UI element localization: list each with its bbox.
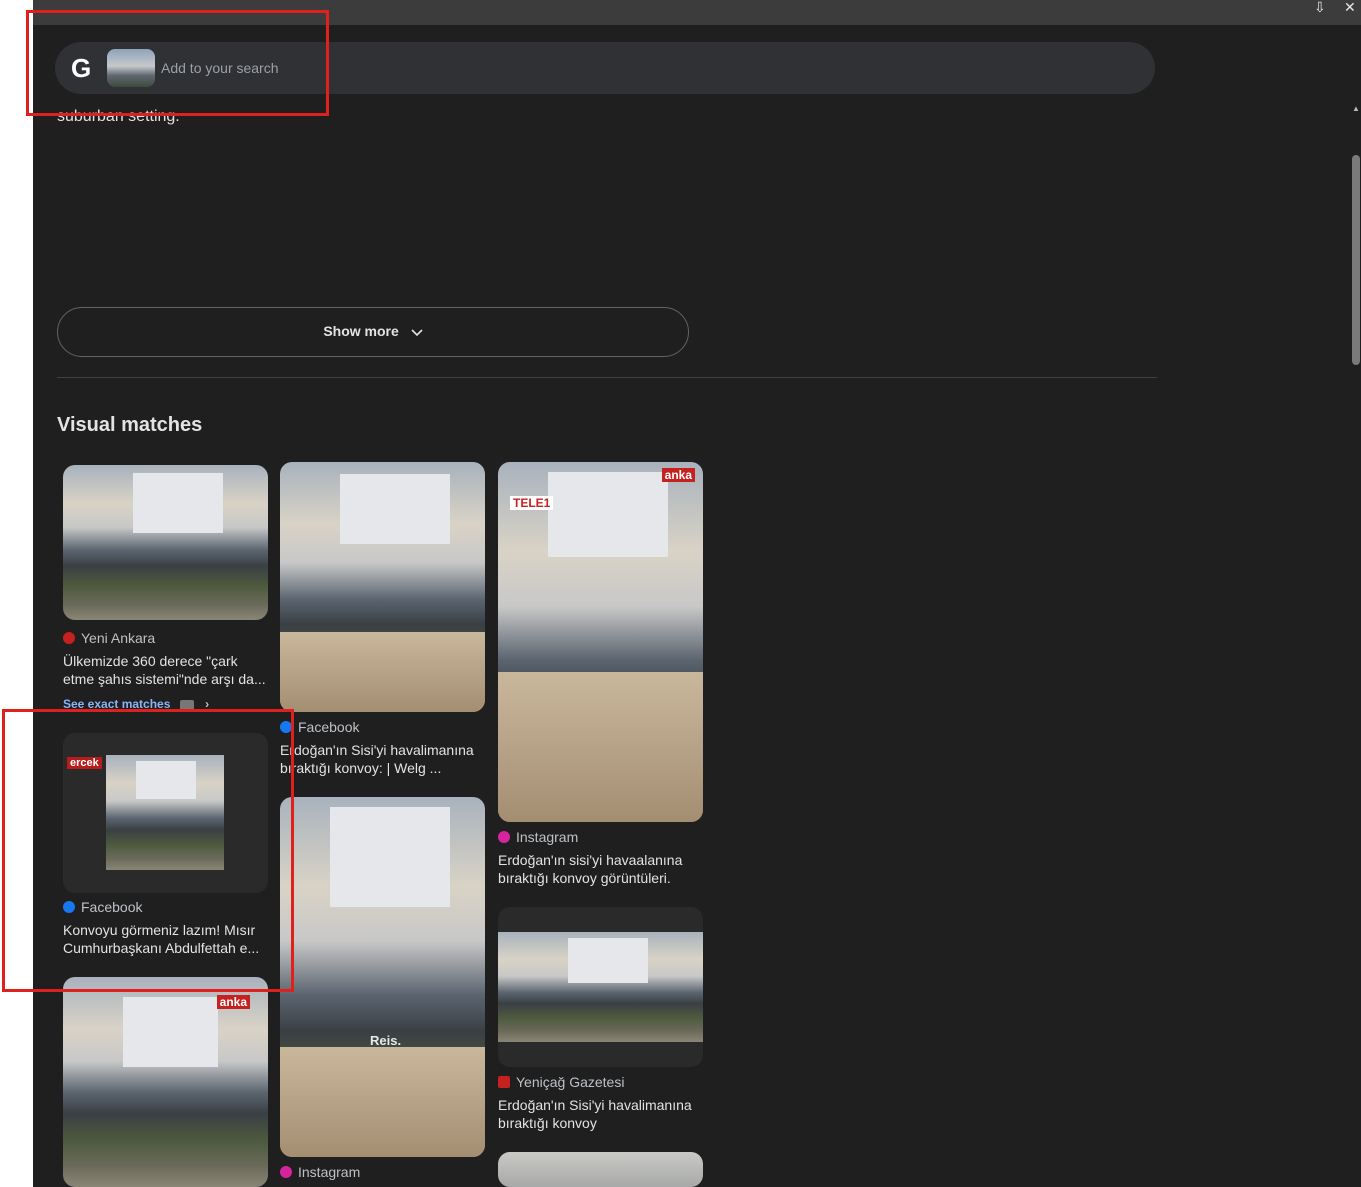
match-caption-2[interactable]: Erdoğan'ın Sisi'yi havalimanına bıraktığ… xyxy=(280,741,486,777)
instagram-icon xyxy=(498,831,510,843)
match-source-5[interactable]: Instagram xyxy=(280,1164,360,1180)
chevron-down-icon xyxy=(411,324,423,340)
match-caption-3[interactable]: Erdoğan'ın sisi'yi havaalanına bıraktığı… xyxy=(498,851,704,887)
show-more-label: Show more xyxy=(323,323,399,339)
left-window-strip xyxy=(0,0,33,1187)
instagram-icon xyxy=(280,1166,292,1178)
match-image-5[interactable]: Reis. xyxy=(280,797,485,1157)
match-source-6[interactable]: Yeniçağ Gazetesi xyxy=(498,1074,624,1090)
pin-icon[interactable]: ⇩ xyxy=(1314,0,1326,14)
anka-watermark: anka xyxy=(216,995,250,1009)
match-image-3[interactable]: TELE1 anka xyxy=(498,462,703,822)
match-image-2[interactable] xyxy=(280,462,485,712)
annotation-box-card xyxy=(2,709,294,992)
scrollbar-thumb[interactable] xyxy=(1352,155,1360,365)
match-image-6[interactable] xyxy=(498,907,703,1067)
reis-watermark: Reis. xyxy=(370,1033,402,1048)
annotation-box-search xyxy=(26,10,329,116)
match-caption-1[interactable]: Ülkemizde 360 derece "çark etme şahıs si… xyxy=(63,652,269,688)
show-more-button[interactable]: Show more xyxy=(57,307,689,357)
tele1-logo: TELE1 xyxy=(510,496,554,510)
match-caption-6[interactable]: Erdoğan'ın Sisi'yi havalimanına bıraktığ… xyxy=(498,1096,704,1132)
match-image-7[interactable]: anka xyxy=(63,977,268,1187)
match-image-8[interactable] xyxy=(498,1152,703,1187)
match-source-1[interactable]: Yeni Ankara xyxy=(63,630,155,646)
yenicag-icon xyxy=(498,1076,510,1088)
yeni-ankara-icon xyxy=(63,632,75,644)
match-source-3[interactable]: Instagram xyxy=(498,829,578,845)
scroll-up-icon[interactable]: ▲ xyxy=(1352,104,1360,113)
anka-watermark: anka xyxy=(661,468,695,482)
visual-matches-title: Visual matches xyxy=(57,414,203,436)
match-image-1[interactable] xyxy=(63,465,268,620)
close-icon[interactable]: ✕ xyxy=(1344,0,1356,14)
section-divider xyxy=(57,377,1157,378)
